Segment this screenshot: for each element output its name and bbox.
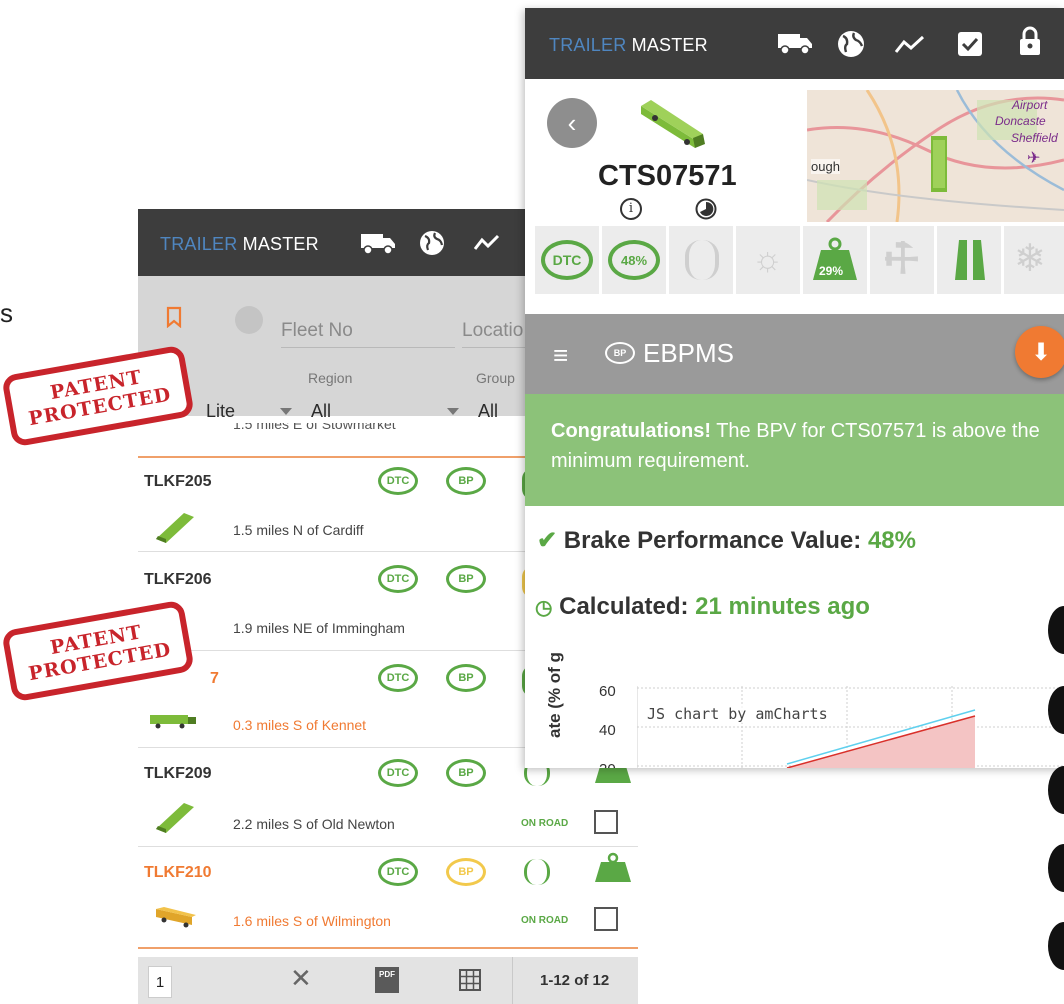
map-label: Sheffield: [1011, 131, 1058, 145]
section-bar: ≡ BP EBPMS: [525, 314, 1064, 394]
pie-chart-icon[interactable]: [695, 198, 717, 220]
list-footer: 1 ✕ PDF 1-12 of 12: [138, 957, 638, 1004]
row-checkbox[interactable]: [594, 810, 618, 834]
bpv-chart: ate (% of g 60 40 20 JS chart by amChart…: [525, 648, 1064, 768]
tile-bp[interactable]: 48%: [602, 226, 666, 294]
tile-light[interactable]: ☼: [736, 226, 800, 294]
snowflake-icon: ❄: [1014, 238, 1046, 280]
group-label: Group: [476, 370, 515, 386]
region-label: Region: [308, 370, 353, 386]
brand-logo: TRAILER MASTER: [549, 35, 708, 55]
dtc-badge: DTC: [378, 759, 418, 787]
chart-tick: 20: [599, 761, 616, 768]
section-title: EBPMS: [643, 338, 735, 368]
clock-icon: ◷: [535, 597, 553, 619]
map-label: Airport: [1012, 98, 1048, 112]
trailer-detail-screen: TRAILER MASTER ‹ CTS07571 i ough Airport…: [525, 8, 1064, 768]
back-button[interactable]: ‹: [547, 98, 597, 148]
calculated-line: ◷ Calculated: 21 minutes ago: [535, 593, 870, 620]
location-input[interactable]: Locatio: [462, 320, 523, 342]
tile-road[interactable]: [937, 226, 1001, 294]
trailer-icon: [156, 907, 196, 928]
wrench-icon: ⚒: [873, 230, 931, 288]
chart-ylabel: ate (% of g: [545, 652, 564, 738]
bp-badge: BP: [446, 759, 486, 787]
trailer-icon: [641, 100, 705, 148]
airport-icon: ✈: [1027, 150, 1041, 167]
menu-icon[interactable]: ≡: [553, 340, 568, 371]
truck-icon[interactable]: [777, 31, 813, 55]
bp-badge: BP: [446, 565, 486, 593]
dtc-badge: DTC: [378, 467, 418, 495]
bp-badge: BP: [446, 858, 486, 886]
congrats-banner: Congratulations! The BPV for CTS07571 is…: [525, 394, 1064, 506]
dtc-badge: DTC: [378, 858, 418, 886]
truck-icon[interactable]: [360, 231, 396, 255]
trailer-id: CTS07571: [598, 160, 737, 192]
status-badge: ON ROAD: [521, 915, 569, 926]
tyre-icon: [524, 859, 550, 885]
bpv-line: ✔ Brake Performance Value: 48%: [537, 527, 916, 554]
expand-icon[interactable]: [235, 306, 263, 334]
chart-credit: JS chart by amCharts: [647, 705, 828, 723]
tile-temperature[interactable]: ❄: [1004, 226, 1064, 294]
page-number-field[interactable]: 1: [148, 966, 172, 998]
dtc-badge: DTC: [378, 565, 418, 593]
download-button[interactable]: ⬇: [1015, 326, 1064, 378]
tile-dtc[interactable]: DTC: [535, 226, 599, 294]
device-edge-image: [1048, 606, 1064, 970]
bp-badge: BP: [446, 664, 486, 692]
region-caret-icon[interactable]: [447, 408, 459, 415]
chart-plot: [637, 686, 1064, 768]
check-icon: ✔: [537, 527, 558, 554]
status-badge: ON ROAD: [521, 818, 569, 829]
road-icon: [955, 240, 985, 280]
tyre-icon: [685, 240, 719, 280]
tile-tyre[interactable]: [669, 226, 733, 294]
region-select[interactable]: All: [311, 401, 331, 422]
congrats-text: Congratulations! The BPV for CTS07571 is…: [551, 420, 1040, 472]
fleet-no-input[interactable]: Fleet No: [281, 320, 353, 342]
group-select[interactable]: All: [478, 401, 498, 422]
bookmark-icon[interactable]: [166, 306, 182, 328]
bp-badge: BP: [446, 467, 486, 495]
chart-tick: 60: [599, 683, 616, 700]
trailer-icon: [156, 513, 194, 543]
dtc-badge: DTC: [378, 664, 418, 692]
weight-icon: [595, 852, 631, 882]
globe-icon[interactable]: [419, 230, 445, 256]
trend-icon[interactable]: [895, 35, 925, 55]
info-icon[interactable]: i: [620, 198, 642, 220]
fleet-type-caret-icon[interactable]: [280, 408, 292, 415]
checkbox-icon[interactable]: [957, 31, 983, 57]
clear-icon[interactable]: ✕: [290, 963, 312, 994]
fleet-type-select[interactable]: Lite: [206, 401, 235, 422]
trend-icon[interactable]: [474, 234, 500, 252]
location-map[interactable]: ough Airport Doncaste Sheffield ✈: [807, 90, 1064, 222]
map-label: Doncaste: [995, 114, 1046, 128]
lock-icon[interactable]: [1019, 26, 1041, 56]
globe-icon[interactable]: [837, 30, 865, 58]
trailer-icon: [150, 715, 196, 729]
pagination-count: 1-12 of 12: [540, 972, 610, 989]
partial-row-text: 1.5 miles E of Stowmarket: [233, 423, 396, 431]
detail-header: TRAILER MASTER: [525, 8, 1064, 79]
trailer-icon: [156, 803, 194, 833]
pdf-icon[interactable]: PDF: [375, 967, 399, 993]
chart-tick: 40: [599, 722, 616, 739]
bp-icon: BP: [605, 342, 635, 364]
tile-service[interactable]: ⚒: [870, 226, 934, 294]
grid-icon[interactable]: [459, 969, 481, 991]
map-label: ough: [811, 159, 840, 174]
tile-load[interactable]: 29%: [803, 226, 867, 294]
sun-icon: ☼: [752, 240, 784, 278]
left-edge-text: s: [0, 298, 13, 328]
brand-logo: TRAILER MASTER: [160, 234, 319, 254]
row-checkbox[interactable]: [594, 907, 618, 931]
